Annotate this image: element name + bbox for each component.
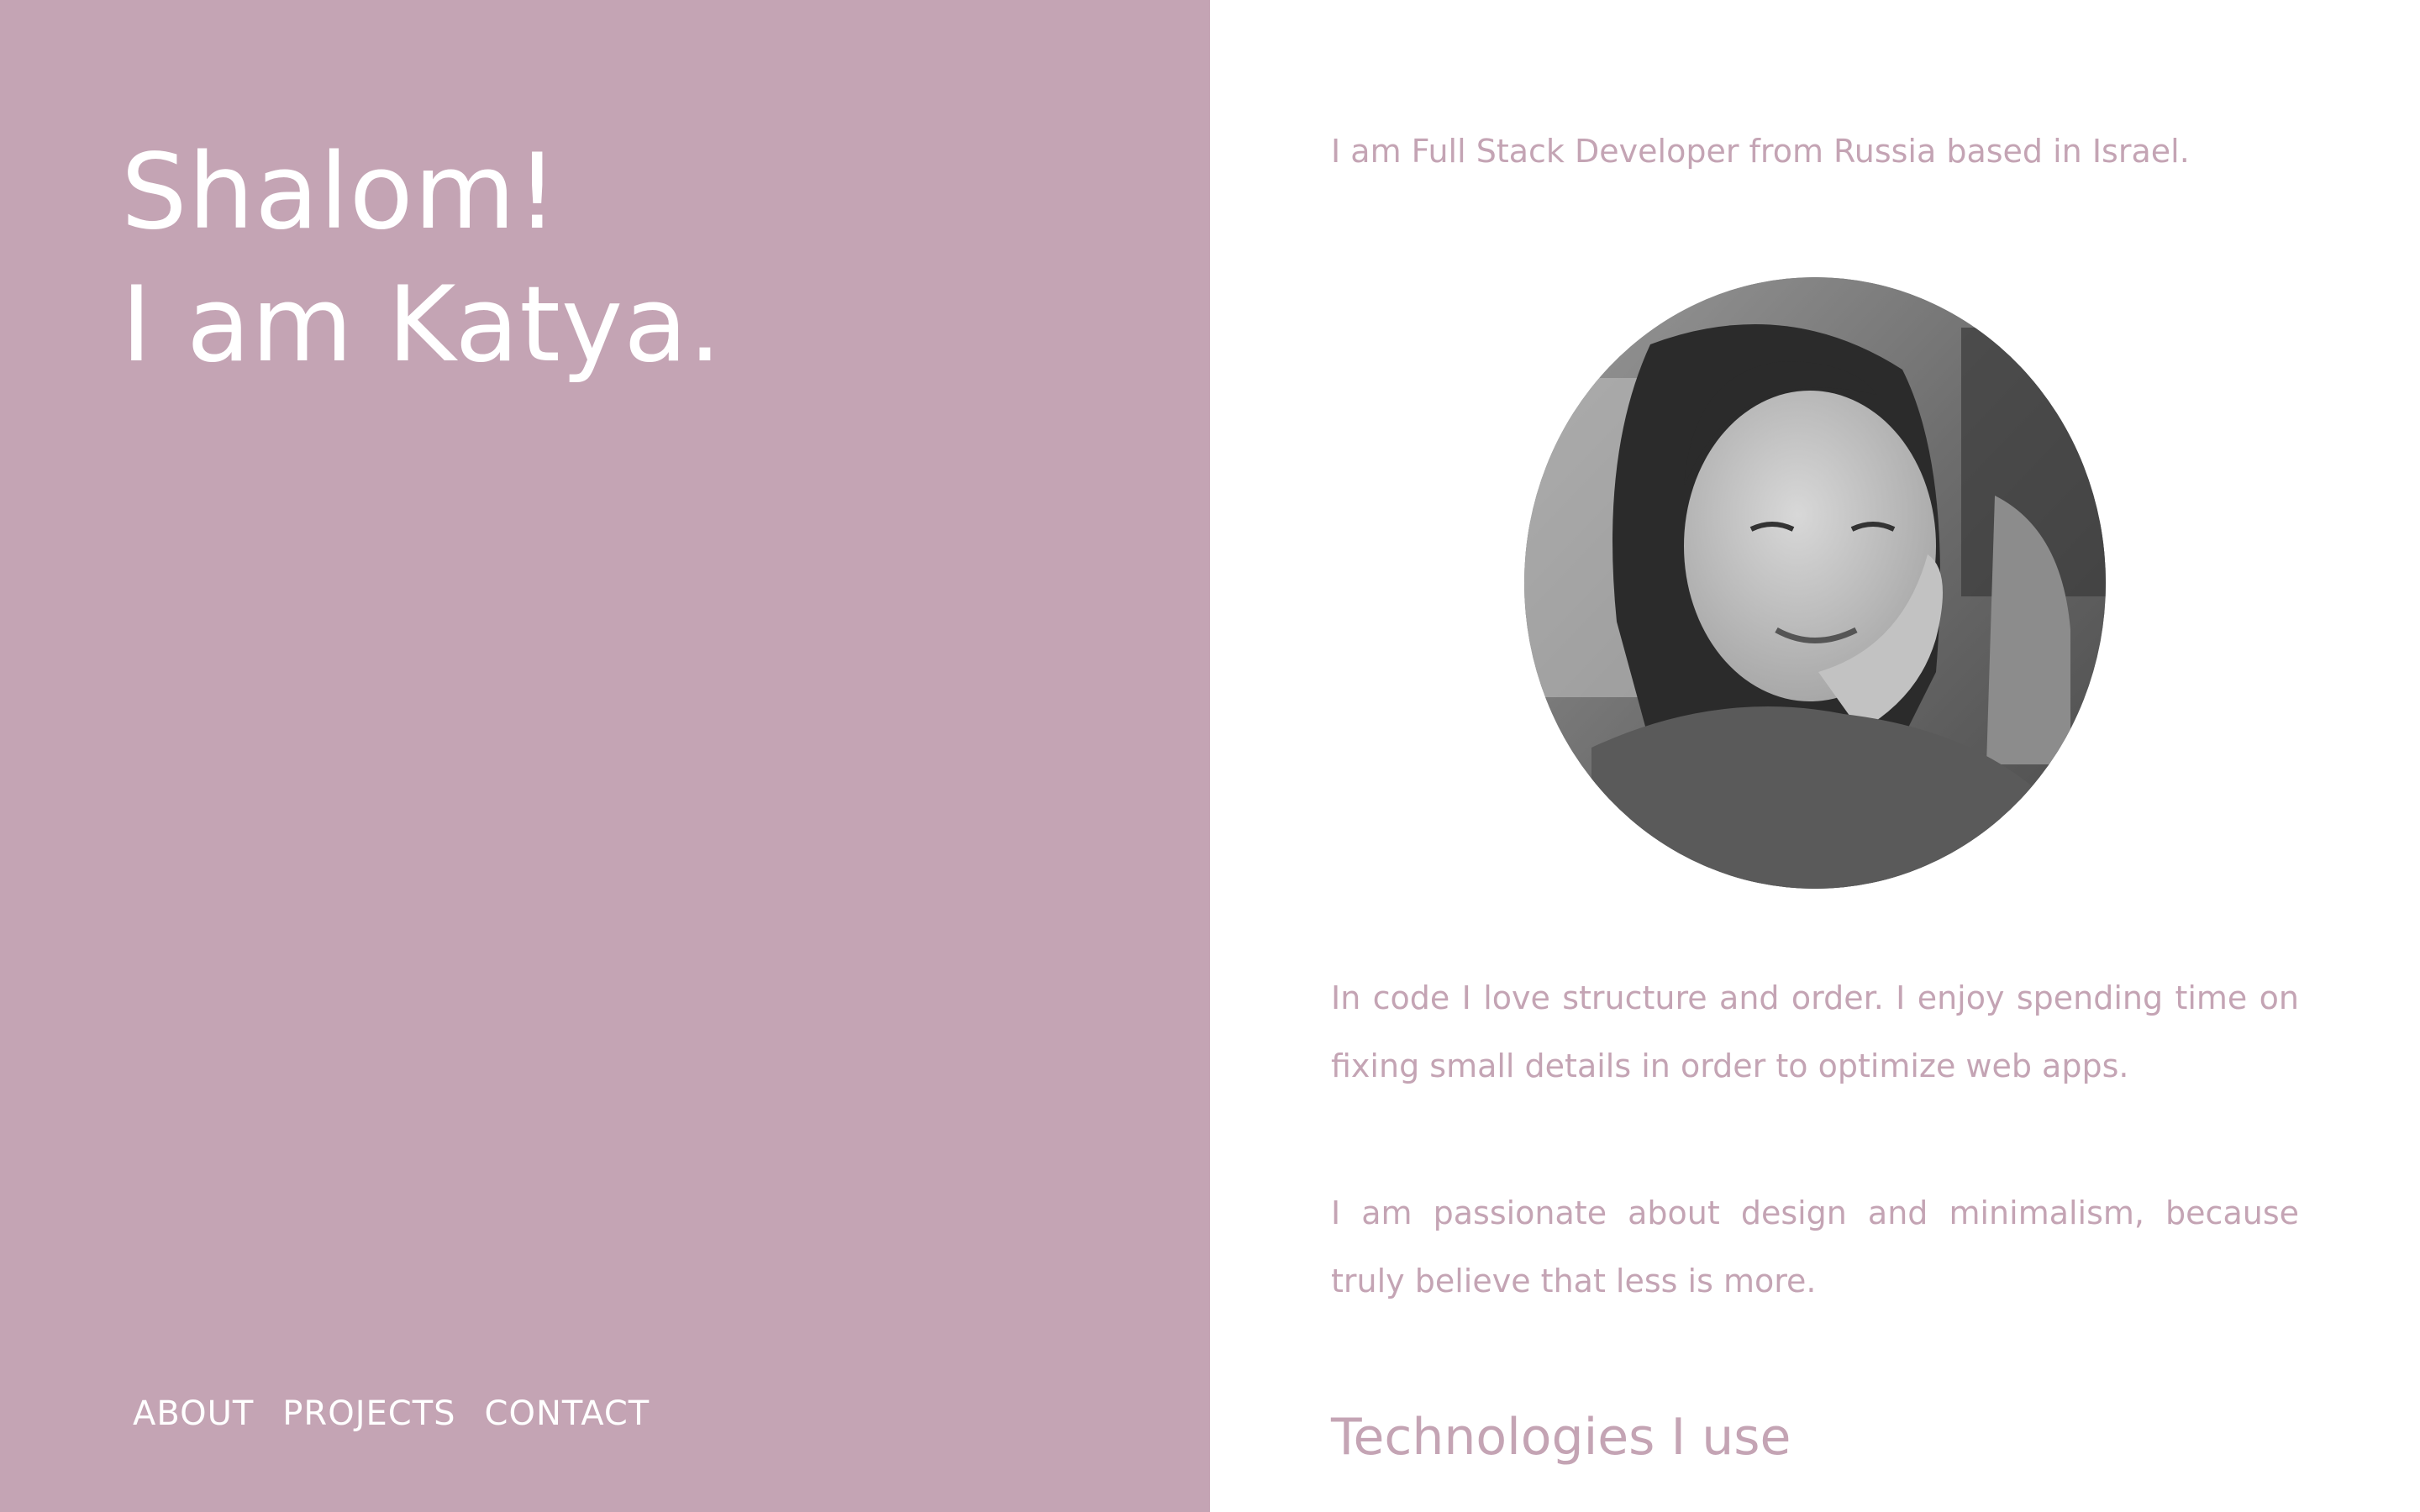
page: Shalom! I am Katya. ABOUT PROJECTS CONTA…	[0, 0, 2420, 1512]
main-nav: ABOUT PROJECTS CONTACT	[133, 1394, 650, 1433]
about-panel: I am Full Stack Developer from Russia ba…	[1210, 0, 2420, 1512]
nav-link-about[interactable]: ABOUT	[133, 1394, 254, 1433]
hero-panel: Shalom! I am Katya. ABOUT PROJECTS CONTA…	[0, 0, 1210, 1512]
intro-text: I am Full Stack Developer from Russia ba…	[1331, 133, 2190, 170]
nav-link-projects[interactable]: PROJECTS	[282, 1394, 455, 1433]
technologies-heading: Technologies I use	[1331, 1408, 1791, 1467]
about-paragraph-2: I am passionate about design and minimal…	[1331, 1194, 2299, 1299]
nav-link-contact[interactable]: CONTACT	[485, 1394, 650, 1433]
profile-photo-image	[1524, 277, 2106, 889]
hero-line-1: Shalom!	[121, 132, 560, 253]
about-paragraph-1: In code I love structure and order. I en…	[1331, 979, 2299, 1084]
hero-line-2: I am Katya.	[121, 265, 723, 386]
profile-photo	[1524, 277, 2106, 889]
hero-greeting: Shalom! I am Katya.	[121, 126, 723, 391]
